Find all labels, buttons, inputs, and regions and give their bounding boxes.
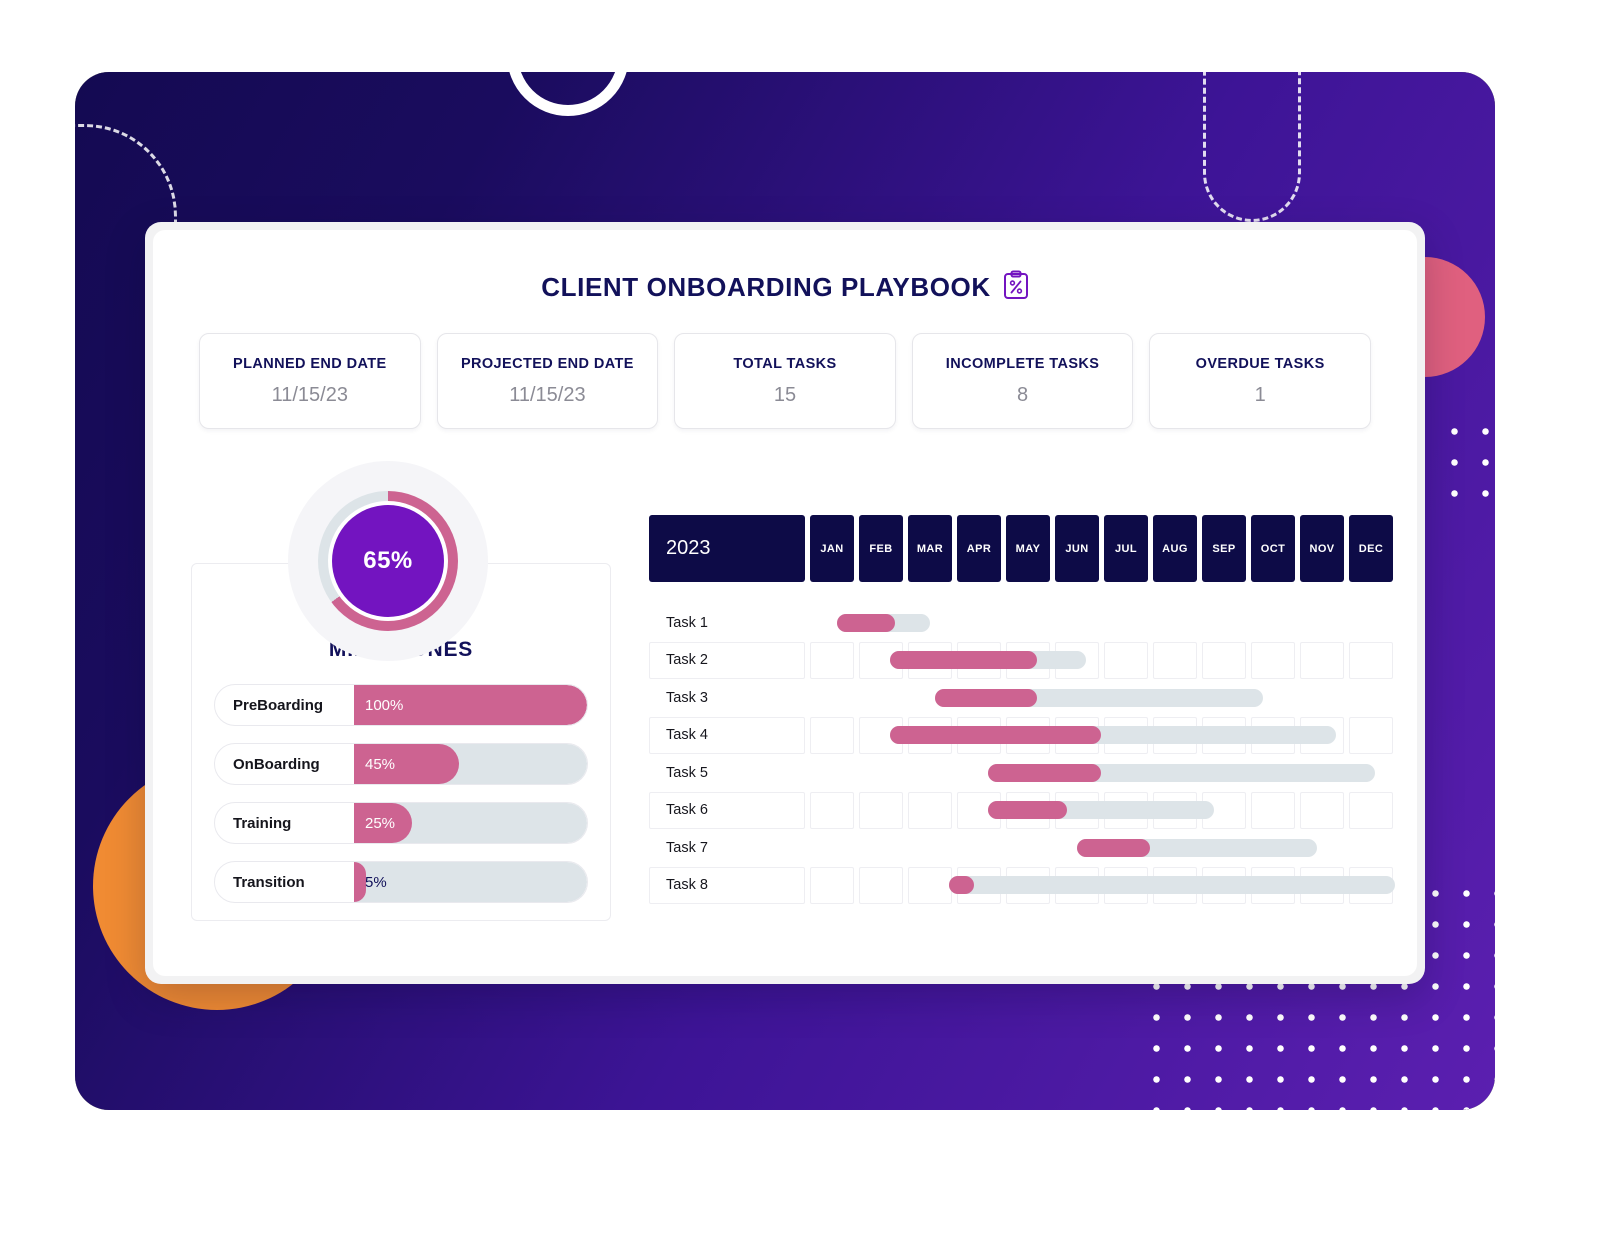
gantt-bar-area	[805, 642, 1395, 680]
gantt-task-label: Task 3	[666, 689, 708, 706]
milestone-row-transition[interactable]: Transition 5%	[214, 861, 588, 903]
gantt-row[interactable]: Task 8	[649, 866, 1396, 905]
gantt-task-label: Task 1	[666, 614, 708, 631]
gantt-chart: 2023 JAN FEB MAR APR MAY JUN JUL AUG SEP…	[611, 453, 1396, 905]
milestone-percent: 100%	[365, 696, 404, 714]
milestone-row-training[interactable]: Training 25%	[214, 802, 588, 844]
gantt-header-row: 2023 JAN FEB MAR APR MAY JUN JUL AUG SEP…	[649, 515, 1395, 582]
gantt-actual-bar	[836, 613, 896, 632]
gantt-row[interactable]: Task 5	[649, 754, 1395, 792]
kpi-value: 11/15/23	[271, 383, 348, 406]
dashed-u-decoration	[1203, 72, 1301, 222]
gantt-bar-area	[805, 792, 1395, 830]
milestone-label: PreBoarding	[233, 696, 324, 714]
gantt-month-nov: NOV	[1300, 515, 1344, 582]
gantt-task-label: Task 2	[666, 652, 708, 669]
gantt-task-label: Task 6	[666, 802, 708, 819]
milestone-percent: 45%	[365, 755, 396, 773]
kpi-card-planned-end-date[interactable]: PLANNED END DATE 11/15/23	[199, 333, 421, 429]
tablet-frame: CLIENT ONBOARDING PLAYBOOK PLANNED END D…	[75, 72, 1495, 1110]
gantt-bar-area	[805, 717, 1395, 755]
gantt-task-label: Task 7	[666, 839, 708, 856]
kpi-value: 11/15/23	[509, 383, 586, 406]
gantt-month-jan: JAN	[810, 515, 854, 582]
kpi-row: PLANNED END DATE 11/15/23 PROJECTED END …	[199, 333, 1371, 429]
progress-donut-chart: 65%	[288, 461, 488, 661]
gantt-row[interactable]: Task 1	[649, 604, 1395, 642]
gantt-task-label: Task 4	[666, 727, 708, 744]
gantt-month-feb: FEB	[859, 515, 903, 582]
gantt-bar-area	[805, 829, 1395, 867]
kpi-label: OVERDUE TASKS	[1195, 355, 1325, 372]
gantt-bar-area	[805, 679, 1395, 717]
milestones-column: 65% MILESTONES PreBoarding 100%	[191, 453, 611, 921]
kpi-card-total-tasks[interactable]: TOTAL TASKS 15	[674, 333, 896, 429]
gantt-month-oct: OCT	[1251, 515, 1295, 582]
milestone-label: Training	[233, 814, 292, 832]
page-header: CLIENT ONBOARDING PLAYBOOK	[153, 270, 1417, 305]
gantt-planned-bar	[949, 876, 1396, 895]
kpi-value: 1	[1254, 383, 1266, 406]
gantt-month-mar: MAR	[908, 515, 952, 582]
gantt-month-may: MAY	[1006, 515, 1050, 582]
milestone-row-preboarding[interactable]: PreBoarding 100%	[214, 684, 588, 726]
gantt-actual-bar	[1076, 838, 1151, 857]
gantt-row[interactable]: Task 6	[649, 791, 1395, 830]
donut-percent-label: 65%	[363, 547, 413, 574]
milestone-row-onboarding[interactable]: OnBoarding 45%	[214, 743, 588, 785]
donut-center: 65%	[332, 505, 444, 617]
dot-grid-right-decoration	[1433, 410, 1495, 515]
gantt-bar-area	[805, 604, 1395, 642]
milestone-percent: 5%	[365, 873, 387, 891]
gantt-actual-bar	[949, 876, 974, 895]
page-title: CLIENT ONBOARDING PLAYBOOK	[541, 272, 991, 302]
gantt-month-apr: APR	[957, 515, 1001, 582]
gantt-row[interactable]: Task 2	[649, 641, 1395, 680]
white-ring-decoration	[507, 72, 629, 116]
dashboard-body: 65% MILESTONES PreBoarding 100%	[153, 453, 1417, 921]
gantt-month-aug: AUG	[1153, 515, 1197, 582]
kpi-card-projected-end-date[interactable]: PROJECTED END DATE 11/15/23	[436, 333, 659, 429]
gantt-actual-bar	[934, 688, 1038, 707]
kpi-value: 8	[1017, 383, 1029, 406]
gantt-actual-bar	[890, 726, 1102, 745]
gantt-year-label: 2023	[649, 515, 805, 582]
gantt-task-label: Task 5	[666, 764, 708, 781]
kpi-label: PLANNED END DATE	[233, 355, 387, 372]
gantt-row[interactable]: Task 4	[649, 716, 1395, 755]
dashboard-inner: CLIENT ONBOARDING PLAYBOOK PLANNED END D…	[153, 230, 1417, 976]
kpi-card-overdue-tasks[interactable]: OVERDUE TASKS 1	[1149, 333, 1371, 429]
kpi-label: INCOMPLETE TASKS	[945, 355, 1100, 372]
gantt-month-jun: JUN	[1055, 515, 1099, 582]
gantt-actual-bar	[988, 801, 1067, 820]
milestone-track: 100%	[354, 685, 587, 725]
kpi-card-incomplete-tasks[interactable]: INCOMPLETE TASKS 8	[911, 333, 1134, 429]
gantt-actual-bar	[988, 763, 1102, 782]
milestone-track: 5%	[354, 862, 587, 902]
milestone-label: Transition	[233, 873, 305, 891]
clipboard-percent-icon	[1003, 270, 1029, 305]
milestone-track: 25%	[354, 803, 587, 843]
dashboard-card: CLIENT ONBOARDING PLAYBOOK PLANNED END D…	[145, 222, 1425, 984]
kpi-label: TOTAL TASKS	[733, 355, 837, 372]
gantt-bar-area	[805, 867, 1396, 905]
milestone-track: 45%	[354, 744, 587, 784]
gantt-task-label: Task 8	[666, 877, 708, 894]
milestone-percent: 25%	[365, 814, 396, 832]
gantt-actual-bar	[890, 651, 1038, 670]
milestone-label: OnBoarding	[233, 755, 320, 773]
kpi-label: PROJECTED END DATE	[460, 355, 634, 372]
gantt-row[interactable]: Task 3	[649, 679, 1395, 717]
kpi-value: 15	[773, 383, 797, 406]
gantt-month-jul: JUL	[1104, 515, 1148, 582]
gantt-row[interactable]: Task 7	[649, 829, 1395, 867]
gantt-bar-area	[805, 754, 1395, 792]
gantt-rows: Task 1 Task 2 Task 3 Task 4 Task 5 Task 6 Task…	[649, 604, 1396, 905]
gantt-month-sep: SEP	[1202, 515, 1246, 582]
milestone-fill	[354, 862, 366, 902]
gantt-month-dec: DEC	[1349, 515, 1393, 582]
